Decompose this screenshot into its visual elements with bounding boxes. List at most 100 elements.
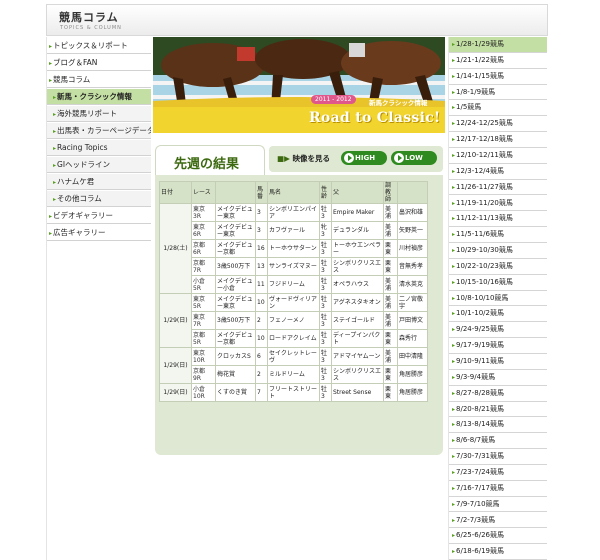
date-list-item[interactable]: ▸10/1-10/2競馬 (449, 306, 547, 323)
nav-item[interactable]: ▸競馬コラム (47, 72, 151, 88)
date-list: ▸1/28-1/29競馬 ▸1/21-1/22競馬 ▸1/14-1/15競馬 ▸1/8… (448, 37, 547, 560)
arrow-right-icon: ▸ (53, 128, 57, 135)
video-camera-icon: ■▶ (277, 154, 290, 163)
date-list-item[interactable]: ▸7/16-7/17競馬 (449, 481, 547, 497)
date-list-item[interactable]: ▸6/18-6/19競馬 (449, 544, 547, 560)
horse-name: フリートストリート (267, 383, 320, 402)
date-list-label: 9/17-9/19競馬 (456, 341, 504, 350)
date-list-item[interactable]: ▸10/29-10/30競馬 (449, 243, 547, 259)
date-list-item[interactable]: ▸1/14-1/15競馬 (449, 69, 547, 85)
arrow-right-icon: ▸ (452, 484, 456, 492)
video-high-button[interactable]: HIGH (341, 151, 387, 165)
date-list-item[interactable]: ▸9/24-9/25競馬 (449, 322, 547, 339)
race-venue: 小倉 5R (191, 275, 216, 294)
tab-results-label: 先週の結果 (174, 157, 240, 172)
date-list-label: 12/10-12/11競馬 (456, 150, 513, 159)
page: 競馬コラム TOPICS & COLUMN ▸トピックス＆リポート ▸ブログ＆FA… (0, 0, 600, 560)
horse-sex-age: 牝3 (319, 221, 332, 240)
horse-sex-age: 牡3 (319, 239, 332, 258)
date-list-item[interactable]: ▸6/25-6/26競馬 (449, 528, 547, 545)
play-icon (344, 153, 354, 163)
trainer-location: 美浦 (383, 275, 398, 294)
nav-item[interactable]: ▸ハナムケ君 (47, 174, 151, 190)
nav-item[interactable]: ▸海外競馬リポート (47, 106, 151, 122)
date-list-item[interactable]: ▸1/8-1/9競馬 (449, 85, 547, 101)
date-list-item[interactable]: ▸10/22-10/23競馬 (449, 259, 547, 275)
nav-item-label: 広告ギャラリー (53, 228, 106, 237)
trainer-location: 栗東 (383, 329, 398, 348)
date-list-item[interactable]: ▸10/8-10/10競馬 (449, 291, 547, 307)
nav-item[interactable]: ▸その他コラム (47, 191, 151, 207)
arrow-right-icon: ▸ (452, 41, 456, 48)
arrow-right-icon: ▸ (452, 136, 456, 144)
date-list-item[interactable]: ▸7/23-7/24競馬 (449, 465, 547, 481)
tab-area: 先週の結果 ■▶ 映像を見る HIGH LOW (153, 145, 445, 177)
date-list-item[interactable]: ▸1/21-1/22競馬 (449, 53, 547, 69)
horse-name: カフヴァール (267, 221, 320, 240)
nav-item-label: 新馬・クラシック情報 (57, 92, 132, 101)
date-list-item[interactable]: ▸10/15-10/16競馬 (449, 275, 547, 291)
horse-number: 3 (255, 221, 268, 240)
nav-item[interactable]: ▸広告ギャラリー (47, 225, 151, 241)
date-list-item[interactable]: ▸8/20-8/21競馬 (449, 402, 547, 418)
nav-item-label: ビデオギャラリー (53, 211, 114, 220)
horse-sex-age: 牡3 (319, 257, 332, 276)
race-name: くすのき賞 (215, 383, 256, 402)
date-list-item[interactable]: ▸1/5競馬 (449, 100, 547, 117)
date-list-item[interactable]: ▸7/30-7/31競馬 (449, 449, 547, 465)
date-list-item[interactable]: ▸11/19-11/20競馬 (449, 196, 547, 212)
horse-sire: ステイゴールド (331, 311, 384, 330)
video-low-button[interactable]: LOW (391, 151, 437, 165)
nav-item[interactable]: ▸出馬表・カラーページデータ (47, 123, 151, 139)
date-list-label: 8/13-8/14競馬 (456, 420, 504, 429)
date-list-item[interactable]: ▸12/10-12/11競馬 (449, 148, 547, 164)
date-list-item[interactable]: ▸12/3-12/4競馬 (449, 164, 547, 180)
trainer-location: 栗東 (383, 383, 398, 402)
race-name: 3歳500万下 (215, 257, 256, 276)
date-list-item[interactable]: ▸8/13-8/14競馬 (449, 417, 547, 434)
nav-item-label: 海外競馬リポート (57, 109, 118, 118)
date-list-label: 9/24-9/25競馬 (456, 325, 504, 334)
race-venue: 東京 7R (191, 311, 216, 330)
arrow-right-icon: ▸ (452, 167, 456, 175)
nav-item[interactable]: ▸Racing Topics (47, 140, 151, 156)
nav-item-label: 出馬表・カラーページデータ (57, 126, 151, 135)
race-name: メイクデビュー東京 (215, 221, 256, 240)
horse-sex-age: 牡3 (319, 203, 332, 222)
date-list-item[interactable]: ▸11/5-11/6競馬 (449, 227, 547, 244)
table-row: 1/29(日) 東京 5R メイクデビュー東京 10 ヴォードヴィリアン 牡3 アグネスタキ… (159, 293, 428, 348)
date-list-item[interactable]: ▸7/2-7/3競馬 (449, 513, 547, 529)
date-list-item[interactable]: ▸1/28-1/29競馬 (449, 37, 547, 53)
date-list-item[interactable]: ▸11/12-11/13競馬 (449, 211, 547, 228)
date-list-label: 9/3-9/4競馬 (456, 372, 496, 381)
arrow-right-icon: ▸ (452, 516, 456, 524)
col-trainer-loc: 調教師 (383, 181, 398, 204)
date-list-item[interactable]: ▸9/3-9/4競馬 (449, 370, 547, 386)
date-list-label: 12/17-12/18競馬 (456, 135, 513, 144)
nav-item[interactable]: ▸トピックス＆リポート (47, 38, 151, 54)
date-list-item[interactable]: ▸8/27-8/28競馬 (449, 386, 547, 402)
date-list-item[interactable]: ▸12/24-12/25競馬 (449, 116, 547, 133)
date-list-item[interactable]: ▸7/9-7/10競馬 (449, 497, 547, 513)
date-list-item[interactable]: ▸12/17-12/18競馬 (449, 132, 547, 148)
nav-item[interactable]: ▸新馬・クラシック情報 (47, 89, 151, 105)
video-label-text: 映像を見る (292, 154, 330, 163)
date-list-label: 11/19-11/20競馬 (456, 198, 513, 207)
left-nav: ▸トピックス＆リポート ▸ブログ＆FAN ▸競馬コラム ▸新馬・クラシック情報 ▸海外競… (46, 37, 151, 560)
tab-last-week-results[interactable]: 先週の結果 (155, 145, 265, 177)
arrow-right-icon: ▸ (452, 389, 456, 397)
date-list-item[interactable]: ▸8/6-8/7競馬 (449, 433, 547, 450)
nav-item[interactable]: ▸GIヘッドライン (47, 157, 151, 173)
arrow-right-icon: ▸ (452, 183, 456, 191)
race-date: 1/29(日) (159, 347, 192, 384)
classic-banner[interactable]: 2011 - 2012 新馬クラシック情報 Road to Classic! (153, 37, 445, 133)
race-venue: 京都 7R (191, 257, 216, 276)
date-list-item[interactable]: ▸9/10-9/11競馬 (449, 354, 547, 370)
horse-sex-age: 牡3 (319, 365, 332, 384)
nav-item[interactable]: ▸ブログ＆FAN (47, 55, 151, 71)
date-list-item[interactable]: ▸11/26-11/27競馬 (449, 180, 547, 196)
horse-name: セイクレットレーヴ (267, 347, 320, 366)
date-list-item[interactable]: ▸9/17-9/19競馬 (449, 338, 547, 354)
trainer-location: 栗東 (383, 365, 398, 384)
nav-item[interactable]: ▸ビデオギャラリー (47, 208, 151, 224)
